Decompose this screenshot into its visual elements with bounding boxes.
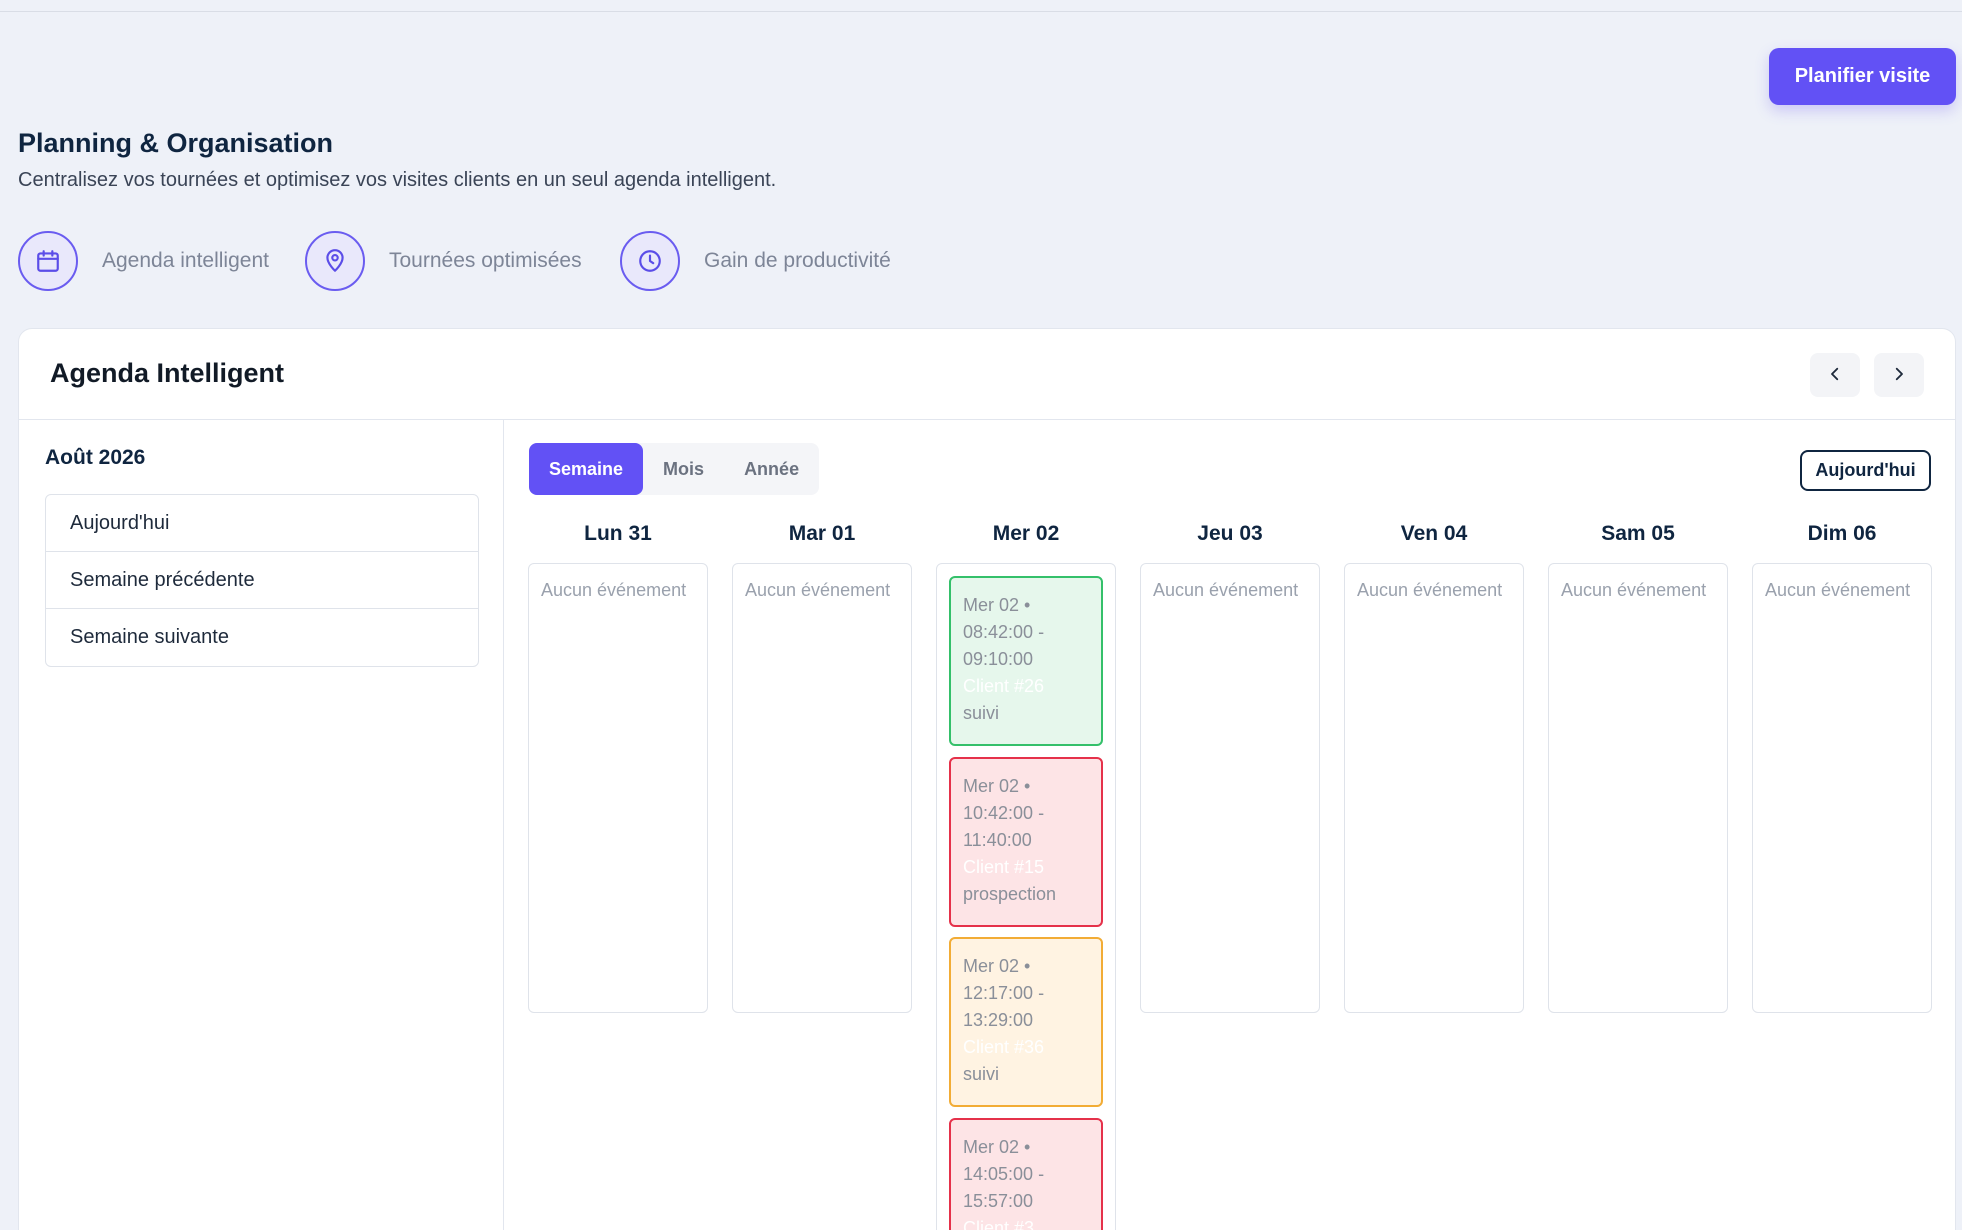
event-time: Mer 02 • 10:42:00 - 11:40:00 (963, 776, 1045, 850)
page-subtitle: Centralisez vos tournées et optimisez vo… (18, 169, 777, 191)
clock-icon (620, 231, 680, 291)
page-title: Planning & Organisation (18, 128, 334, 158)
view-switcher: Semaine Mois Année (529, 443, 820, 495)
feature-agenda: Agenda intelligent (18, 231, 269, 291)
next-button[interactable] (1874, 353, 1924, 397)
empty-day-text: Aucun événement (1765, 580, 1911, 600)
agenda-card: Agenda Intelligent Août 2026 Aujourd'hui… (18, 328, 1956, 1230)
map-pin-icon (305, 231, 365, 291)
quick-nav-today[interactable]: Aujourd'hui (46, 495, 478, 552)
calendar-icon (18, 231, 78, 291)
agenda-title: Agenda Intelligent (50, 358, 285, 388)
event-type: suivi (963, 1064, 1000, 1084)
feature-label: Tournées optimisées (389, 249, 582, 272)
event-card[interactable]: Mer 02 • 08:42:00 - 09:10:00 Client #26 … (949, 576, 1103, 746)
tab-year[interactable]: Année (724, 443, 819, 495)
day-column[interactable]: Aucun événement (1752, 563, 1932, 1013)
day-header: Mar 01 (788, 522, 856, 545)
event-card[interactable]: Mer 02 • 14:05:00 - 15:57:00 Client #3 (949, 1118, 1103, 1230)
event-client: Client #3 (963, 1218, 1035, 1230)
quick-nav-list: Aujourd'hui Semaine précédente Semaine s… (45, 494, 479, 667)
today-button[interactable]: Aujourd'hui (1800, 450, 1931, 491)
day-header: Dim 06 (1807, 522, 1877, 545)
agenda-header: Agenda Intelligent (19, 329, 1955, 420)
tab-week[interactable]: Semaine (529, 443, 644, 495)
day-column[interactable]: Aucun événement (1548, 563, 1728, 1013)
event-card[interactable]: Mer 02 • 10:42:00 - 11:40:00 Client #15 … (949, 757, 1103, 927)
day-column[interactable]: Aucun événement (732, 563, 912, 1013)
empty-day-text: Aucun événement (1561, 580, 1707, 600)
event-time: Mer 02 • 12:17:00 - 13:29:00 (963, 956, 1045, 1030)
empty-day-text: Aucun événement (1357, 580, 1503, 600)
event-client: Client #36 (963, 1037, 1045, 1057)
day-column[interactable]: Aucun événement (1344, 563, 1524, 1013)
day-column[interactable]: Mer 02 • 08:42:00 - 09:10:00 Client #26 … (936, 563, 1116, 1230)
day-column[interactable]: Aucun événement (1140, 563, 1320, 1013)
chevron-left-icon (1826, 365, 1844, 386)
empty-day-text: Aucun événement (1153, 580, 1299, 600)
quick-nav-next-week[interactable]: Semaine suivante (46, 609, 478, 666)
month-label: Août 2026 (45, 446, 146, 469)
day-header: Sam 05 (1601, 522, 1675, 545)
event-time: Mer 02 • 14:05:00 - 15:57:00 (963, 1137, 1045, 1211)
agenda-sidebar: Août 2026 Aujourd'hui Semaine précédente… (19, 420, 504, 1230)
event-type: suivi (963, 703, 1000, 723)
event-card[interactable]: Mer 02 • 12:17:00 - 13:29:00 Client #36 … (949, 937, 1103, 1107)
event-type: prospection (963, 884, 1057, 904)
day-header: Ven 04 (1400, 522, 1468, 545)
top-bar (0, 0, 1962, 12)
day-header: Lun 31 (584, 522, 652, 545)
empty-day-text: Aucun événement (745, 580, 891, 600)
event-client: Client #26 (963, 676, 1045, 696)
plan-visit-button[interactable]: Planifier visite (1769, 48, 1956, 105)
day-column[interactable]: Aucun événement (528, 563, 708, 1013)
quick-nav-previous-week[interactable]: Semaine précédente (46, 552, 478, 609)
chevron-right-icon (1890, 365, 1908, 386)
feature-label: Agenda intelligent (102, 249, 269, 272)
empty-day-text: Aucun événement (541, 580, 687, 600)
event-client: Client #15 (963, 857, 1045, 877)
day-header: Mer 02 (992, 522, 1060, 545)
day-header: Jeu 03 (1197, 522, 1263, 545)
event-time: Mer 02 • 08:42:00 - 09:10:00 (963, 595, 1045, 669)
feature-label: Gain de productivité (704, 249, 891, 272)
feature-productivity: Gain de productivité (620, 231, 891, 291)
tab-month[interactable]: Mois (643, 443, 724, 495)
feature-tours: Tournées optimisées (305, 231, 582, 291)
prev-button[interactable] (1810, 353, 1860, 397)
